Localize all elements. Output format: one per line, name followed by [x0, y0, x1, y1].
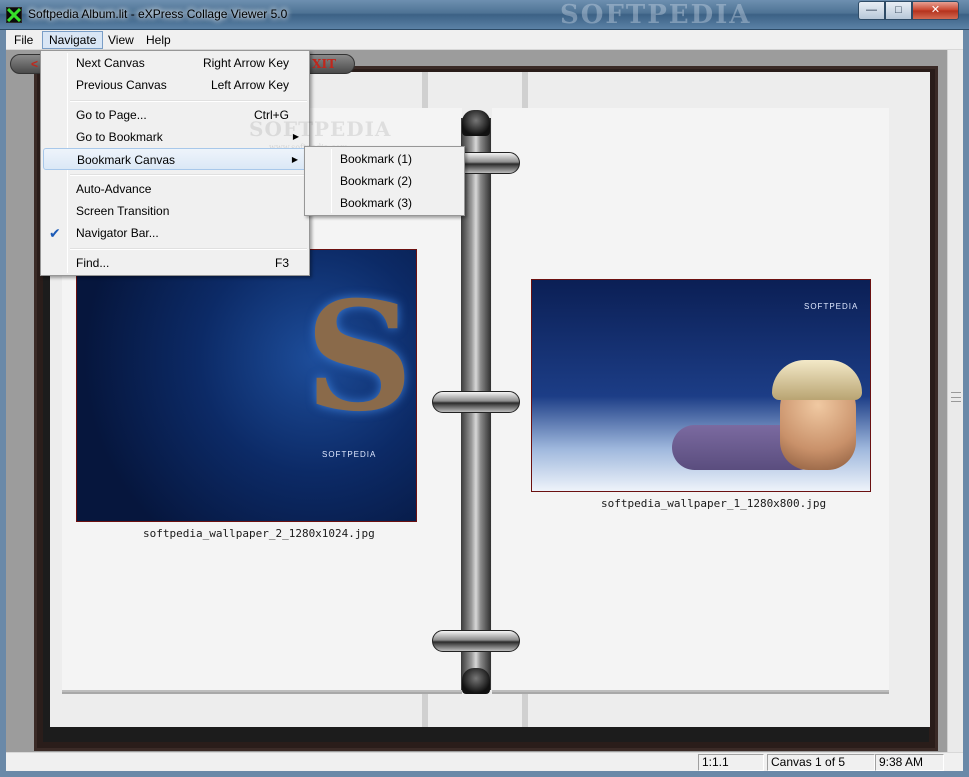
photo-figure-hair — [772, 360, 862, 400]
menu-item-label: Screen Transition — [76, 204, 170, 218]
submenu-bookmark-1[interactable]: Bookmark (1) — [307, 148, 462, 170]
previous-arrow-icon[interactable]: < — [31, 57, 38, 71]
binder-cap-bottom-icon — [462, 668, 490, 694]
app-window: SOFTPEDIA Softpedia Album.lit - eXPress … — [0, 0, 969, 777]
menu-bookmark-canvas[interactable]: Bookmark Canvas ▶ — [43, 148, 307, 170]
right-photo[interactable]: SOFTPEDIA — [531, 279, 871, 492]
window-title: Softpedia Album.lit - eXPress Collage Vi… — [28, 7, 288, 21]
submenu-arrow-icon: ▶ — [292, 132, 299, 141]
checkmark-icon: ✔ — [49, 225, 61, 241]
submenu-bookmark-3[interactable]: Bookmark (3) — [307, 192, 462, 214]
menu-item-label: Navigator Bar... — [76, 226, 159, 240]
minimize-button[interactable]: — — [858, 1, 885, 20]
status-zoom: 1:1.1 — [698, 754, 764, 771]
right-photo-caption: softpedia_wallpaper_1_1280x800.jpg — [601, 497, 827, 510]
menu-item-label: Auto-Advance — [76, 182, 152, 196]
menu-file[interactable]: File — [8, 31, 39, 49]
window-frame-bottom — [0, 771, 969, 777]
menu-item-shortcut: F3 — [274, 256, 289, 270]
maximize-button[interactable]: □ — [885, 1, 912, 20]
menu-separator — [70, 100, 307, 102]
photo-brand-text: SOFTPEDIA — [322, 450, 377, 459]
photo-s-graphic: S — [305, 269, 414, 445]
status-time: 9:38 AM — [875, 754, 944, 771]
window-frame-right — [963, 30, 969, 771]
status-canvas: Canvas 1 of 5 — [767, 754, 875, 771]
menu-view[interactable]: View — [102, 31, 140, 49]
exit-button[interactable]: XIT — [312, 57, 336, 71]
submenu-arrow-icon: ▶ — [291, 155, 298, 164]
menu-item-label: Bookmark Canvas — [77, 153, 176, 167]
vertical-scrollbar[interactable] — [947, 50, 963, 752]
menu-item-label: Go to Bookmark — [76, 130, 163, 144]
submenu-bookmark-2[interactable]: Bookmark (2) — [307, 170, 462, 192]
menu-screen-transition[interactable]: Screen Transition — [43, 200, 307, 222]
menu-help[interactable]: Help — [140, 31, 177, 49]
menu-next-canvas[interactable]: Next Canvas Right Arrow Key — [43, 52, 307, 74]
menu-item-label: Find... — [76, 256, 110, 270]
menu-navigator-bar[interactable]: ✔ Navigator Bar... — [43, 222, 307, 244]
menu-go-to-bookmark[interactable]: Go to Bookmark ▶ — [43, 126, 307, 148]
title-bar[interactable]: SOFTPEDIA Softpedia Album.lit - eXPress … — [0, 0, 969, 30]
menu-item-label: Bookmark (2) — [340, 174, 413, 188]
scroll-grip-icon[interactable] — [951, 392, 961, 402]
menu-item-shortcut: Left Arrow Key — [210, 78, 289, 92]
menu-item-label: Previous Canvas — [76, 78, 167, 92]
menu-item-label: Bookmark (3) — [340, 196, 413, 210]
title-watermark: SOFTPEDIA — [560, 0, 752, 30]
navigate-menu: SOFTPEDIA www.softpedia.com Next Canvas … — [40, 50, 390, 276]
bookmark-canvas-submenu: Bookmark (1) Bookmark (2) Bookmark (3) — [304, 146, 465, 216]
menu-item-label: Go to Page... — [76, 108, 147, 122]
menu-item-shortcut: Right Arrow Key — [202, 56, 289, 70]
menu-navigate[interactable]: Navigate — [42, 31, 104, 49]
photo-brand-text: SOFTPEDIA — [804, 302, 859, 311]
menu-separator — [70, 174, 307, 176]
menu-auto-advance[interactable]: Auto-Advance — [43, 178, 307, 200]
status-bar: 1:1.1 Canvas 1 of 5 9:38 AM — [6, 752, 963, 771]
app-icon[interactable] — [6, 7, 22, 23]
left-photo-caption: softpedia_wallpaper_2_1280x1024.jpg — [143, 527, 375, 540]
menu-find[interactable]: Find... F3 — [43, 252, 307, 274]
menu-item-label: Bookmark (1) — [340, 152, 413, 166]
menu-go-to-page[interactable]: Go to Page... Ctrl+G — [43, 104, 307, 126]
menu-previous-canvas[interactable]: Previous Canvas Left Arrow Key — [43, 74, 307, 96]
menu-item-label: Next Canvas — [76, 56, 145, 70]
left-photo[interactable]: S SOFTPEDIA — [76, 249, 417, 522]
menu-separator — [70, 248, 307, 250]
menu-item-shortcut: Ctrl+G — [253, 108, 289, 122]
binder-ring-icon — [432, 630, 520, 652]
binder-ring-icon — [432, 391, 520, 413]
close-button[interactable]: ✕ — [912, 1, 959, 20]
menu-bar: File Navigate View Help — [6, 30, 963, 50]
binder-cap-top-icon — [462, 110, 490, 136]
